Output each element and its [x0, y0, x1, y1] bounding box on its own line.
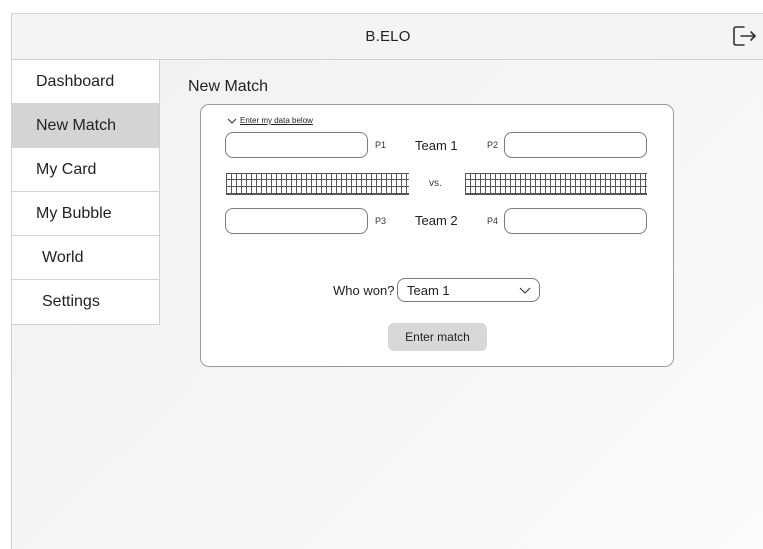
- p2-input[interactable]: [504, 132, 647, 158]
- team1-score-track: [226, 173, 409, 195]
- sidebar-item-my-bubble[interactable]: My Bubble: [12, 192, 159, 236]
- team2-score-track: [465, 173, 647, 195]
- sidebar-item-label: Settings: [42, 293, 100, 310]
- new-match-card: Enter my data below P1 Team 1 P2 vs. P3 …: [200, 104, 674, 367]
- p2-label: P2: [487, 140, 499, 150]
- sidebar-item-label: My Card: [36, 160, 97, 178]
- sidebar-item-label: New Match: [36, 116, 117, 134]
- app-window: B.ELO Dashboard New Match My Card My Bub…: [11, 13, 763, 549]
- winner-select[interactable]: Team 1: [397, 278, 540, 302]
- chevron-down-icon: [227, 118, 237, 124]
- winner-select-value: Team 1: [407, 282, 450, 298]
- top-bar: B.ELO: [12, 14, 763, 60]
- sidebar-item-new-match[interactable]: New Match: [12, 104, 159, 148]
- sidebar-item-world[interactable]: World: [12, 236, 159, 280]
- team2-label: Team 2: [415, 213, 458, 228]
- logout-icon[interactable]: [732, 24, 758, 48]
- sidebar: Dashboard New Match My Card My Bubble Wo…: [12, 60, 160, 325]
- p3-input[interactable]: [225, 208, 368, 234]
- disclosure-label: Enter my data below: [240, 116, 313, 125]
- p1-label: P1: [375, 140, 387, 150]
- page-title: New Match: [188, 78, 269, 95]
- sidebar-item-label: World: [42, 248, 84, 266]
- p4-input[interactable]: [504, 208, 647, 234]
- sidebar-item-settings[interactable]: Settings: [12, 280, 159, 324]
- enter-data-disclosure[interactable]: Enter my data below: [227, 116, 313, 125]
- team1-label: Team 1: [415, 138, 458, 153]
- p1-input[interactable]: [225, 132, 368, 158]
- sidebar-item-dashboard[interactable]: Dashboard: [12, 60, 159, 104]
- sidebar-item-label: My Bubble: [36, 204, 112, 222]
- winner-question: Who won?: [333, 283, 395, 298]
- vs-label: vs.: [429, 178, 442, 189]
- sidebar-item-my-card[interactable]: My Card: [12, 148, 159, 192]
- app-title: B.ELO: [365, 28, 411, 45]
- p4-label: P4: [487, 216, 499, 226]
- enter-match-button[interactable]: Enter match: [388, 323, 487, 351]
- sidebar-item-label: Dashboard: [36, 72, 115, 90]
- p3-label: P3: [375, 216, 387, 226]
- chevron-down-icon: [519, 287, 531, 294]
